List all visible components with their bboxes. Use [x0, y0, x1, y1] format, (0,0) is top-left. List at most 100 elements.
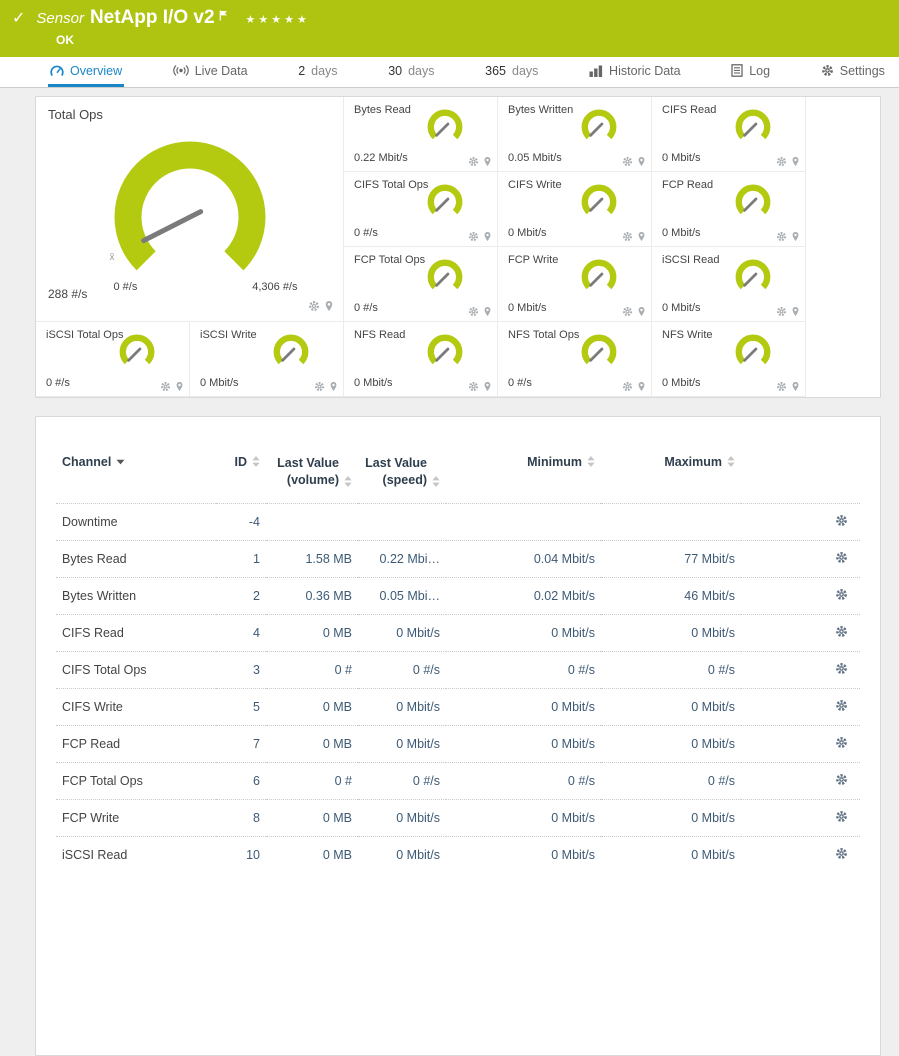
pin-icon[interactable]	[483, 231, 492, 242]
priority-stars[interactable]: ★★★★★	[246, 13, 310, 26]
total-ops-gauge: x̄ 0 #/s 4,306 #/s	[80, 129, 300, 301]
channel-gauge-tile[interactable]: FCP Read 0 Mbit/s	[652, 172, 806, 247]
channel-gauge-tile[interactable]: CIFS Read 0 Mbit/s	[652, 97, 806, 172]
channel-gauge-dial	[577, 329, 621, 373]
pin-icon[interactable]	[791, 381, 800, 392]
cell-last-value-volume: 0.36 MB	[266, 577, 358, 614]
channel-gauge-tile[interactable]: iSCSI Write 0 Mbit/s	[190, 322, 344, 397]
channel-edit-gear-icon[interactable]	[835, 773, 848, 786]
channel-settings-gear-icon[interactable]	[468, 306, 479, 317]
pin-icon[interactable]	[791, 306, 800, 317]
pin-icon[interactable]	[637, 306, 646, 317]
channel-edit-gear-icon[interactable]	[835, 625, 848, 638]
cell-maximum	[601, 503, 741, 540]
cell-maximum: 0 Mbit/s	[601, 725, 741, 762]
tab-365-days[interactable]: 365 days	[483, 57, 540, 87]
channel-gauge-tile[interactable]: NFS Write 0 Mbit/s	[652, 322, 806, 397]
pin-icon[interactable]	[329, 381, 338, 392]
average-toggle-icon[interactable]: x̄	[110, 252, 115, 263]
channel-edit-gear-icon[interactable]	[835, 699, 848, 712]
cell-minimum: 0 #/s	[446, 762, 601, 799]
channel-settings-gear-icon[interactable]	[776, 231, 787, 242]
cell-channel: FCP Write	[56, 799, 216, 836]
channel-edit-gear-icon[interactable]	[835, 514, 848, 527]
channel-gauge-tile[interactable]: FCP Total Ops 0 #/s	[344, 247, 498, 322]
pin-icon[interactable]	[637, 156, 646, 167]
channel-gauge-tile[interactable]: iSCSI Read 0 Mbit/s	[652, 247, 806, 322]
gauge-label: Bytes Read	[354, 104, 411, 118]
channel-edit-gear-icon[interactable]	[835, 736, 848, 749]
cell-last-value-speed	[358, 503, 446, 540]
priority-flag-icon[interactable]	[219, 8, 228, 26]
gauge-value: 288 #/s	[48, 287, 87, 301]
tab-2-days[interactable]: 2 days	[296, 57, 339, 87]
tab-live-data[interactable]: Live Data	[171, 57, 250, 87]
tab-30-days[interactable]: 30 days	[386, 57, 436, 87]
channel-settings-gear-icon[interactable]	[314, 381, 325, 392]
pin-icon[interactable]	[791, 156, 800, 167]
cell-channel: CIFS Total Ops	[56, 651, 216, 688]
pin-icon[interactable]	[483, 381, 492, 392]
channel-gauge-tile[interactable]: Bytes Written 0.05 Mbit/s	[498, 97, 652, 172]
sort-minimum[interactable]: Minimum	[527, 455, 595, 469]
channel-settings-gear-icon[interactable]	[776, 156, 787, 167]
sort-id[interactable]: ID	[235, 455, 261, 469]
cell-last-value-speed: 0 Mbit/s	[358, 799, 446, 836]
bar-chart-icon	[589, 65, 603, 77]
channel-gauge-tile[interactable]: Bytes Read 0.22 Mbit/s	[344, 97, 498, 172]
channel-settings-gear-icon[interactable]	[468, 381, 479, 392]
gauge-value: 0.22 Mbit/s	[354, 152, 408, 164]
tab-label-unit: days	[512, 64, 538, 78]
channel-settings-gear-icon[interactable]	[622, 381, 633, 392]
cell-actions	[741, 651, 860, 688]
channel-settings-gear-icon[interactable]	[160, 381, 171, 392]
pin-icon[interactable]	[175, 381, 184, 392]
channel-gauge-tile[interactable]: CIFS Total Ops 0 #/s	[344, 172, 498, 247]
cell-channel: CIFS Write	[56, 688, 216, 725]
channel-edit-gear-icon[interactable]	[835, 588, 848, 601]
pin-icon[interactable]	[483, 156, 492, 167]
channel-gauge-dial	[269, 329, 313, 373]
pin-icon[interactable]	[791, 231, 800, 242]
channel-edit-gear-icon[interactable]	[835, 810, 848, 823]
channel-gauge-tile[interactable]: FCP Write 0 Mbit/s	[498, 247, 652, 322]
pin-icon[interactable]	[483, 306, 492, 317]
sort-maximum[interactable]: Maximum	[664, 455, 735, 469]
channel-settings-gear-icon[interactable]	[776, 306, 787, 317]
cell-minimum: 0.02 Mbit/s	[446, 577, 601, 614]
sort-last-value-volume[interactable]: Last Value (volume)	[277, 455, 352, 489]
pin-icon[interactable]	[637, 231, 646, 242]
gauge-actions	[622, 231, 646, 242]
channel-settings-gear-icon[interactable]	[622, 306, 633, 317]
total-ops-gauge-tile[interactable]: Total Ops x̄ 0 #/s 4,306 #/s 288 #/s	[36, 97, 344, 322]
pin-icon[interactable]	[637, 381, 646, 392]
channel-gauge-tile[interactable]: CIFS Write 0 Mbit/s	[498, 172, 652, 247]
tab-log[interactable]: Log	[729, 57, 772, 87]
channel-settings-gear-icon[interactable]	[622, 156, 633, 167]
sort-last-value-speed[interactable]: Last Value (speed)	[365, 455, 440, 489]
channel-edit-gear-icon[interactable]	[835, 662, 848, 675]
channel-edit-gear-icon[interactable]	[835, 847, 848, 860]
gauge-actions	[468, 306, 492, 317]
channel-gauge-tile[interactable]: NFS Read 0 Mbit/s	[344, 322, 498, 397]
channel-edit-gear-icon[interactable]	[835, 551, 848, 564]
cell-actions	[741, 540, 860, 577]
channel-gauge-tile[interactable]: NFS Total Ops 0 #/s	[498, 322, 652, 397]
gauge-value: 0.05 Mbit/s	[508, 152, 562, 164]
gauge-actions	[308, 300, 334, 312]
channel-settings-gear-icon[interactable]	[622, 231, 633, 242]
channel-gauge-tile[interactable]: iSCSI Total Ops 0 #/s	[36, 322, 190, 397]
channel-settings-gear-icon[interactable]	[468, 156, 479, 167]
tab-historic-data[interactable]: Historic Data	[587, 57, 683, 87]
channel-settings-gear-icon[interactable]	[308, 300, 320, 312]
cell-actions	[741, 836, 860, 873]
channel-settings-gear-icon[interactable]	[468, 231, 479, 242]
tab-settings[interactable]: Settings	[819, 57, 887, 87]
pin-icon[interactable]	[324, 300, 334, 312]
cell-last-value-speed: 0 Mbit/s	[358, 836, 446, 873]
column-header: (speed)	[365, 472, 427, 489]
cell-last-value-speed: 0 Mbit/s	[358, 688, 446, 725]
tab-overview[interactable]: Overview	[48, 57, 124, 87]
sort-channel[interactable]: Channel	[62, 455, 125, 469]
channel-settings-gear-icon[interactable]	[776, 381, 787, 392]
